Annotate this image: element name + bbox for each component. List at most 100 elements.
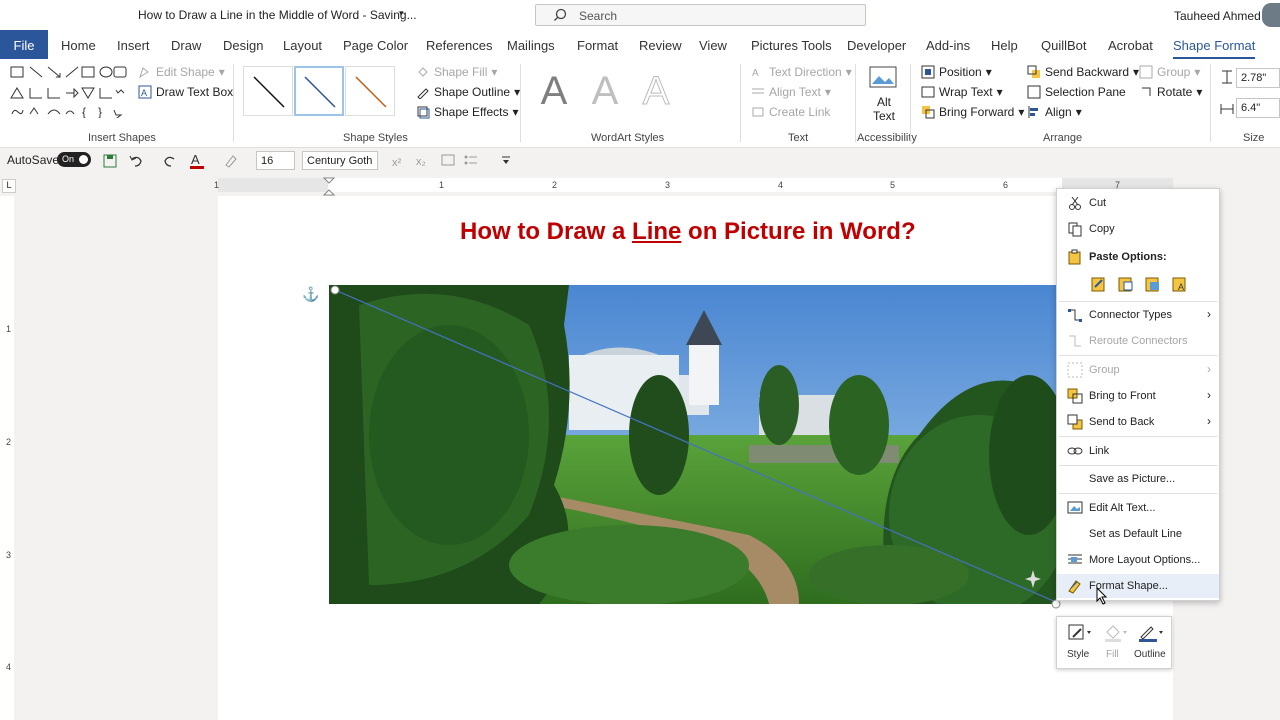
menu-item-group[interactable]: Group › [1057,358,1219,382]
edit-shape-button[interactable]: Edit Shape ▾ [138,65,225,79]
menu-item-save-as-picture[interactable]: Save as Picture... [1057,467,1219,491]
alt-text-icon[interactable] [869,66,897,90]
text-direction-button[interactable]: A Text Direction ▾ [751,65,852,79]
menu-item-edit-alt-text[interactable]: Edit Alt Text... [1057,496,1219,520]
menu-item-connector-types[interactable]: Connector Types › [1057,303,1219,327]
position-button[interactable]: Position ▾ [921,65,992,79]
undo-icon[interactable] [128,153,144,169]
tab-review[interactable]: Review [639,38,682,53]
horizontal-ruler[interactable] [218,178,1173,192]
copy-icon [1068,222,1082,237]
line-handle-start[interactable] [330,285,340,295]
bring-forward-button[interactable]: Bring Forward ▾ [921,105,1024,119]
create-link-button[interactable]: Create Link [751,105,830,119]
font-size-select[interactable]: 16 [256,151,295,170]
paste-keep-formatting-icon[interactable] [1091,275,1107,293]
paste-picture-icon[interactable] [1145,275,1161,293]
tab-insert[interactable]: Insert [117,38,150,53]
autosave-toggle[interactable]: On [57,152,91,167]
heading-text: on Picture in Word? [681,218,916,245]
wordart-style-2[interactable]: A [582,66,628,116]
wrap-text-button[interactable]: Wrap Text ▾ [921,85,1003,99]
tab-quillbot[interactable]: QuillBot [1041,38,1087,53]
highlight-icon[interactable] [223,153,239,169]
tab-draw[interactable]: Draw [171,38,201,53]
style-icon[interactable] [1067,623,1093,643]
alt-text-label-2[interactable]: Text [873,109,895,123]
superscript-icon[interactable]: x² [390,153,406,169]
bullets-icon[interactable] [463,153,479,169]
menu-item-format-shape[interactable]: Format Shape... [1057,574,1219,598]
align-text-button[interactable]: Align Text ▾ [751,85,831,99]
tab-shape-format[interactable]: Shape Format [1173,38,1256,59]
indent-marker-icon[interactable] [323,177,335,197]
menu-item-link[interactable]: Link [1057,439,1219,463]
search-box[interactable]: Search [535,4,866,26]
tab-help[interactable]: Help [991,38,1018,53]
alt-text-label-1[interactable]: Alt [877,95,891,109]
position-icon [921,65,935,79]
document-heading[interactable]: How to Draw a Line on Picture in Word? [460,218,916,246]
shape-height-input[interactable]: 2.78" [1236,68,1280,88]
shape-width-input[interactable]: 6.4" [1236,98,1280,118]
fill-icon[interactable] [1103,623,1129,643]
tab-layout[interactable]: Layout [283,38,322,53]
quick-access-toolbar: AutoSave On A 16 Century Goth x² x₂ [0,149,1280,173]
shape-outline-button[interactable]: Shape Outline ▾ [416,85,520,99]
tab-references[interactable]: References [426,38,492,53]
tab-developer[interactable]: Developer [847,38,906,53]
tab-acrobat[interactable]: Acrobat [1108,38,1153,53]
shape-style-blue[interactable] [294,66,344,116]
rotate-button[interactable]: Rotate ▾ [1139,85,1202,99]
tab-mailings[interactable]: Mailings [507,38,555,53]
menu-item-reroute-connectors[interactable]: Reroute Connectors [1057,329,1219,353]
tab-home[interactable]: Home [61,38,96,53]
tab-design[interactable]: Design [223,38,263,53]
menu-item-copy[interactable]: Copy [1057,217,1219,241]
menu-item-more-layout-options[interactable]: More Layout Options... [1057,548,1219,572]
format-painter-icon[interactable] [440,153,456,169]
menu-item-cut[interactable]: Cut [1057,191,1219,215]
menu-item-bring-to-front[interactable]: Bring to Front › [1057,384,1219,408]
landscape-picture[interactable] [329,285,1056,604]
vertical-ruler[interactable] [0,196,14,720]
group-button[interactable]: Group ▾ [1139,65,1200,79]
wordart-style-1[interactable]: A [531,66,577,116]
menu-item-set-default-line[interactable]: Set as Default Line [1057,522,1219,546]
shape-fill-button[interactable]: Shape Fill ▾ [416,65,497,79]
font-color-icon[interactable]: A [189,152,205,170]
menu-item-send-to-back[interactable]: Send to Back › [1057,410,1219,434]
shapes-gallery[interactable]: {} [10,66,132,118]
font-name-select[interactable]: Century Goth [302,151,378,170]
tab-add-ins[interactable]: Add-ins [926,38,970,53]
anchor-icon[interactable]: ⚓ [302,286,319,303]
redo-icon[interactable] [162,153,178,169]
save-icon[interactable] [102,153,118,169]
title-dropdown-icon[interactable]: ▾ [399,8,404,19]
subscript-icon[interactable]: x₂ [414,153,430,169]
avatar[interactable] [1262,3,1280,27]
selection-pane-label: Selection Pane [1045,85,1126,99]
align-button[interactable]: Align ▾ [1027,105,1082,119]
user-name[interactable]: Tauheed Ahmed [1174,9,1261,23]
tab-format[interactable]: Format [577,38,618,53]
tab-view[interactable]: View [699,38,727,53]
shape-style-black[interactable] [243,66,293,116]
paint-bucket-icon [418,67,428,77]
selection-pane-button[interactable]: Selection Pane [1027,85,1126,99]
draw-text-box-button[interactable]: A Draw Text Box [138,85,233,99]
shape-effects-button[interactable]: Shape Effects ▾ [416,105,519,119]
tab-file[interactable]: File [0,30,48,59]
customize-qat-icon[interactable] [500,155,512,167]
paste-merge-icon[interactable] [1118,275,1134,293]
tab-selector[interactable]: L [2,179,16,193]
tab-page-color[interactable]: Page Color [343,38,408,53]
outline-icon[interactable] [1137,623,1165,643]
shape-style-orange[interactable] [345,66,395,116]
tab-pictures-tools[interactable]: Pictures Tools [751,38,832,53]
send-backward-button[interactable]: Send Backward ▾ [1027,65,1139,79]
wordart-style-3[interactable]: A [633,66,679,116]
submenu-arrow-icon: › [1207,362,1211,376]
document-title[interactable]: How to Draw a Line in the Middle of Word… [138,8,417,22]
paste-text-only-icon[interactable]: A [1172,275,1188,293]
